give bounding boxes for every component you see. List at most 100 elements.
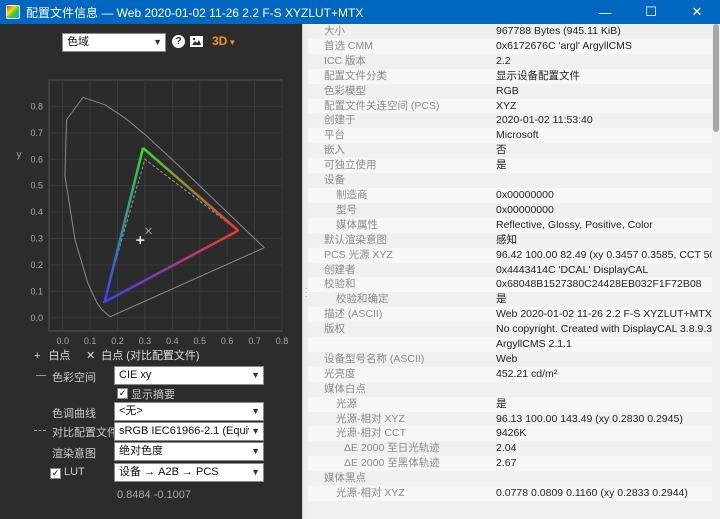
info-value: 2.04 xyxy=(496,442,517,455)
tone-curve-select-value: <无> xyxy=(119,405,143,417)
minimize-button[interactable]: — xyxy=(582,0,628,24)
3d-label: 3D xyxy=(212,34,228,48)
colorspace-label: 色彩空间 xyxy=(52,372,96,384)
gamut-chart: 0.0 0.1 0.2 0.3 0.4 0.5 0.6 0.7 0.8 0.0 0.1 0.2 0.3 0… xyxy=(17,79,289,358)
info-key: 光源-相对 XYZ xyxy=(336,412,405,425)
info-row: 描述 (ASCII) Web 2020-01-02 11-26 2.2 F-S X… xyxy=(308,307,712,323)
info-row: 光源-相对 XYZ 96.13 100.00 143.49 (xy 0.2830 … xyxy=(308,412,712,427)
y-tick-label: 0.7 xyxy=(30,128,43,138)
info-row: ArgyllCMS 2.1.1 xyxy=(308,337,712,352)
help-icon[interactable]: ? xyxy=(172,35,185,48)
info-value: 967788 Bytes (945.11 KiB) xyxy=(496,25,621,37)
image-icon[interactable] xyxy=(190,35,203,48)
gamut-panel: 色域 ▼ ? 3D▼ 0.0 0.1 0.2 0.3 0.4 0.5 0.6 0.7 0.8 0.… xyxy=(0,24,302,519)
window-title: 配置文件信息 — Web 2020-01-02 11-26 2.2 F-S XY… xyxy=(26,5,364,20)
lut-direction-select[interactable]: 设备 → A2B → PCS ▼ xyxy=(114,463,264,482)
y-tick-label: 0.1 xyxy=(30,286,43,296)
vertical-scrollbar[interactable] xyxy=(712,24,720,519)
show-summary-checkbox[interactable]: ✓ xyxy=(117,388,128,399)
x-tick-label: 0.1 xyxy=(84,336,97,346)
info-row: 嵌入 否 xyxy=(308,143,712,158)
chevron-down-icon: ▼ xyxy=(251,406,260,416)
info-key: ΔE 2000 至黑体轨迹 xyxy=(344,457,440,470)
cursor-readout: 0.8484 -0.1007 xyxy=(117,489,192,501)
lut-label: LUT xyxy=(64,466,85,478)
info-value: 452.21 cd/m² xyxy=(496,367,558,380)
info-key: 大小 xyxy=(324,25,345,37)
info-value: No copyright. Created with DisplayCAL 3.… xyxy=(496,323,712,336)
info-key: 默认渲染意图 xyxy=(324,233,387,246)
info-row: 媒体白点 xyxy=(308,382,712,397)
close-button[interactable]: ✕ xyxy=(674,0,720,24)
info-key: 配置文件关连空间 (PCS) xyxy=(324,99,440,112)
info-value: 0.0778 0.0809 0.1160 (xy 0.2833 0.2944) xyxy=(496,487,688,500)
y-tick-label: 0.8 xyxy=(30,101,43,111)
info-row: 配置文件分类 显示设备配置文件 xyxy=(308,68,712,84)
info-value: 是 xyxy=(496,397,507,410)
info-key: PCS 光源 XYZ xyxy=(324,248,393,261)
dropdown-arrow-icon: ▼ xyxy=(228,38,237,47)
info-key: 型号 xyxy=(336,203,357,216)
chevron-down-icon: ▼ xyxy=(251,467,260,477)
window-controls: — ☐ ✕ xyxy=(582,0,720,24)
profile-info-panel: 大小 967788 Bytes (945.11 KiB) 首选 CMM 0x61726… xyxy=(308,24,712,519)
chevron-down-icon: ▼ xyxy=(251,426,260,436)
info-row: 配置文件关连空间 (PCS) XYZ xyxy=(308,98,712,114)
tone-curve-label: 色调曲线 xyxy=(52,408,96,420)
info-row: 设备型号名称 (ASCII) Web xyxy=(308,352,712,367)
compare-profile-select[interactable]: sRGB IEC61966-2.1 (Equivalen ▼ xyxy=(114,422,264,441)
lut-direction-select-value: 设备 → A2B → PCS xyxy=(119,466,219,478)
view-select-value: 色域 xyxy=(67,36,89,48)
dashed-line-swatch xyxy=(34,430,46,431)
info-key: 光源 xyxy=(336,397,357,410)
info-key: 光源-相对 CCT xyxy=(336,427,406,440)
info-key: 色彩模型 xyxy=(324,84,366,97)
info-key: 配置文件分类 xyxy=(324,69,387,82)
title-bar: 配置文件信息 — Web 2020-01-02 11-26 2.2 F-S XY… xyxy=(0,0,720,24)
y-axis-label: y xyxy=(17,150,22,161)
scrollbar-thumb[interactable] xyxy=(713,24,719,132)
info-key: 版权 xyxy=(324,323,345,336)
info-row: ΔE 2000 至日光轨迹 2.04 xyxy=(308,441,712,456)
info-key: 设备型号名称 (ASCII) xyxy=(324,352,425,365)
info-value: 2.67 xyxy=(496,457,517,470)
info-value: 是 xyxy=(496,159,507,172)
compare-profile-label: 对比配置文件 xyxy=(52,427,118,439)
info-row: 光源-相对 CCT 9426K xyxy=(308,426,712,442)
info-key: 媒体白点 xyxy=(324,382,366,395)
colorspace-select[interactable]: CIE xy ▼ xyxy=(114,366,264,385)
info-row: 制造商 0x00000000 xyxy=(308,187,712,203)
info-row: ΔE 2000 至黑体轨迹 2.67 xyxy=(308,456,712,472)
rendering-intent-select-value: 绝对色度 xyxy=(119,445,163,457)
info-row: 光源 是 xyxy=(308,396,712,412)
rendering-intent-select[interactable]: 绝对色度 ▼ xyxy=(114,442,264,461)
info-row: 设备 xyxy=(308,173,712,188)
info-value: RGB xyxy=(496,84,519,97)
info-value: 96.13 100.00 143.49 (xy 0.2830 0.2945) xyxy=(496,412,683,425)
x-tick-label: 0.7 xyxy=(248,336,261,346)
info-row: 校验和确定 是 xyxy=(308,292,712,307)
info-key: 平台 xyxy=(324,129,345,142)
info-key: 制造商 xyxy=(336,188,368,201)
view-select[interactable]: 色域 ▼ xyxy=(62,33,166,52)
info-key: 光源-相对 XYZ xyxy=(336,487,405,500)
info-row: 媒体属性 Reflective, Glossy, Positive, Color xyxy=(308,217,712,233)
3d-view-button[interactable]: 3D▼ xyxy=(212,34,236,48)
info-row: 型号 0x00000000 xyxy=(308,203,712,218)
info-row: 版权 No copyright. Created with DisplayCAL … xyxy=(308,322,712,337)
maximize-button[interactable]: ☐ xyxy=(628,0,674,24)
info-value: 96.42 100.00 82.49 (xy 0.3457 0.3585, CC… xyxy=(496,248,712,261)
x-tick-label: 0.8 xyxy=(276,336,289,346)
info-key: 校验和 xyxy=(324,278,356,291)
plot-area xyxy=(48,79,283,332)
info-row: 光源-相对 XYZ 0.0778 0.0809 0.1160 (xy 0.2833… xyxy=(308,486,712,501)
y-tick-label: 0.4 xyxy=(30,207,43,217)
y-tick-label: 0.0 xyxy=(30,313,43,323)
info-row: 创建者 0x4443414C 'DCAL' DisplayCAL xyxy=(308,263,712,278)
chevron-down-icon: ▼ xyxy=(251,370,260,380)
info-value: 感知 xyxy=(496,233,517,246)
info-value: 是 xyxy=(496,293,507,306)
lut-checkbox[interactable]: ✓ xyxy=(50,468,61,479)
tone-curve-select[interactable]: <无> ▼ xyxy=(114,402,264,421)
y-tick-label: 0.2 xyxy=(30,260,43,270)
